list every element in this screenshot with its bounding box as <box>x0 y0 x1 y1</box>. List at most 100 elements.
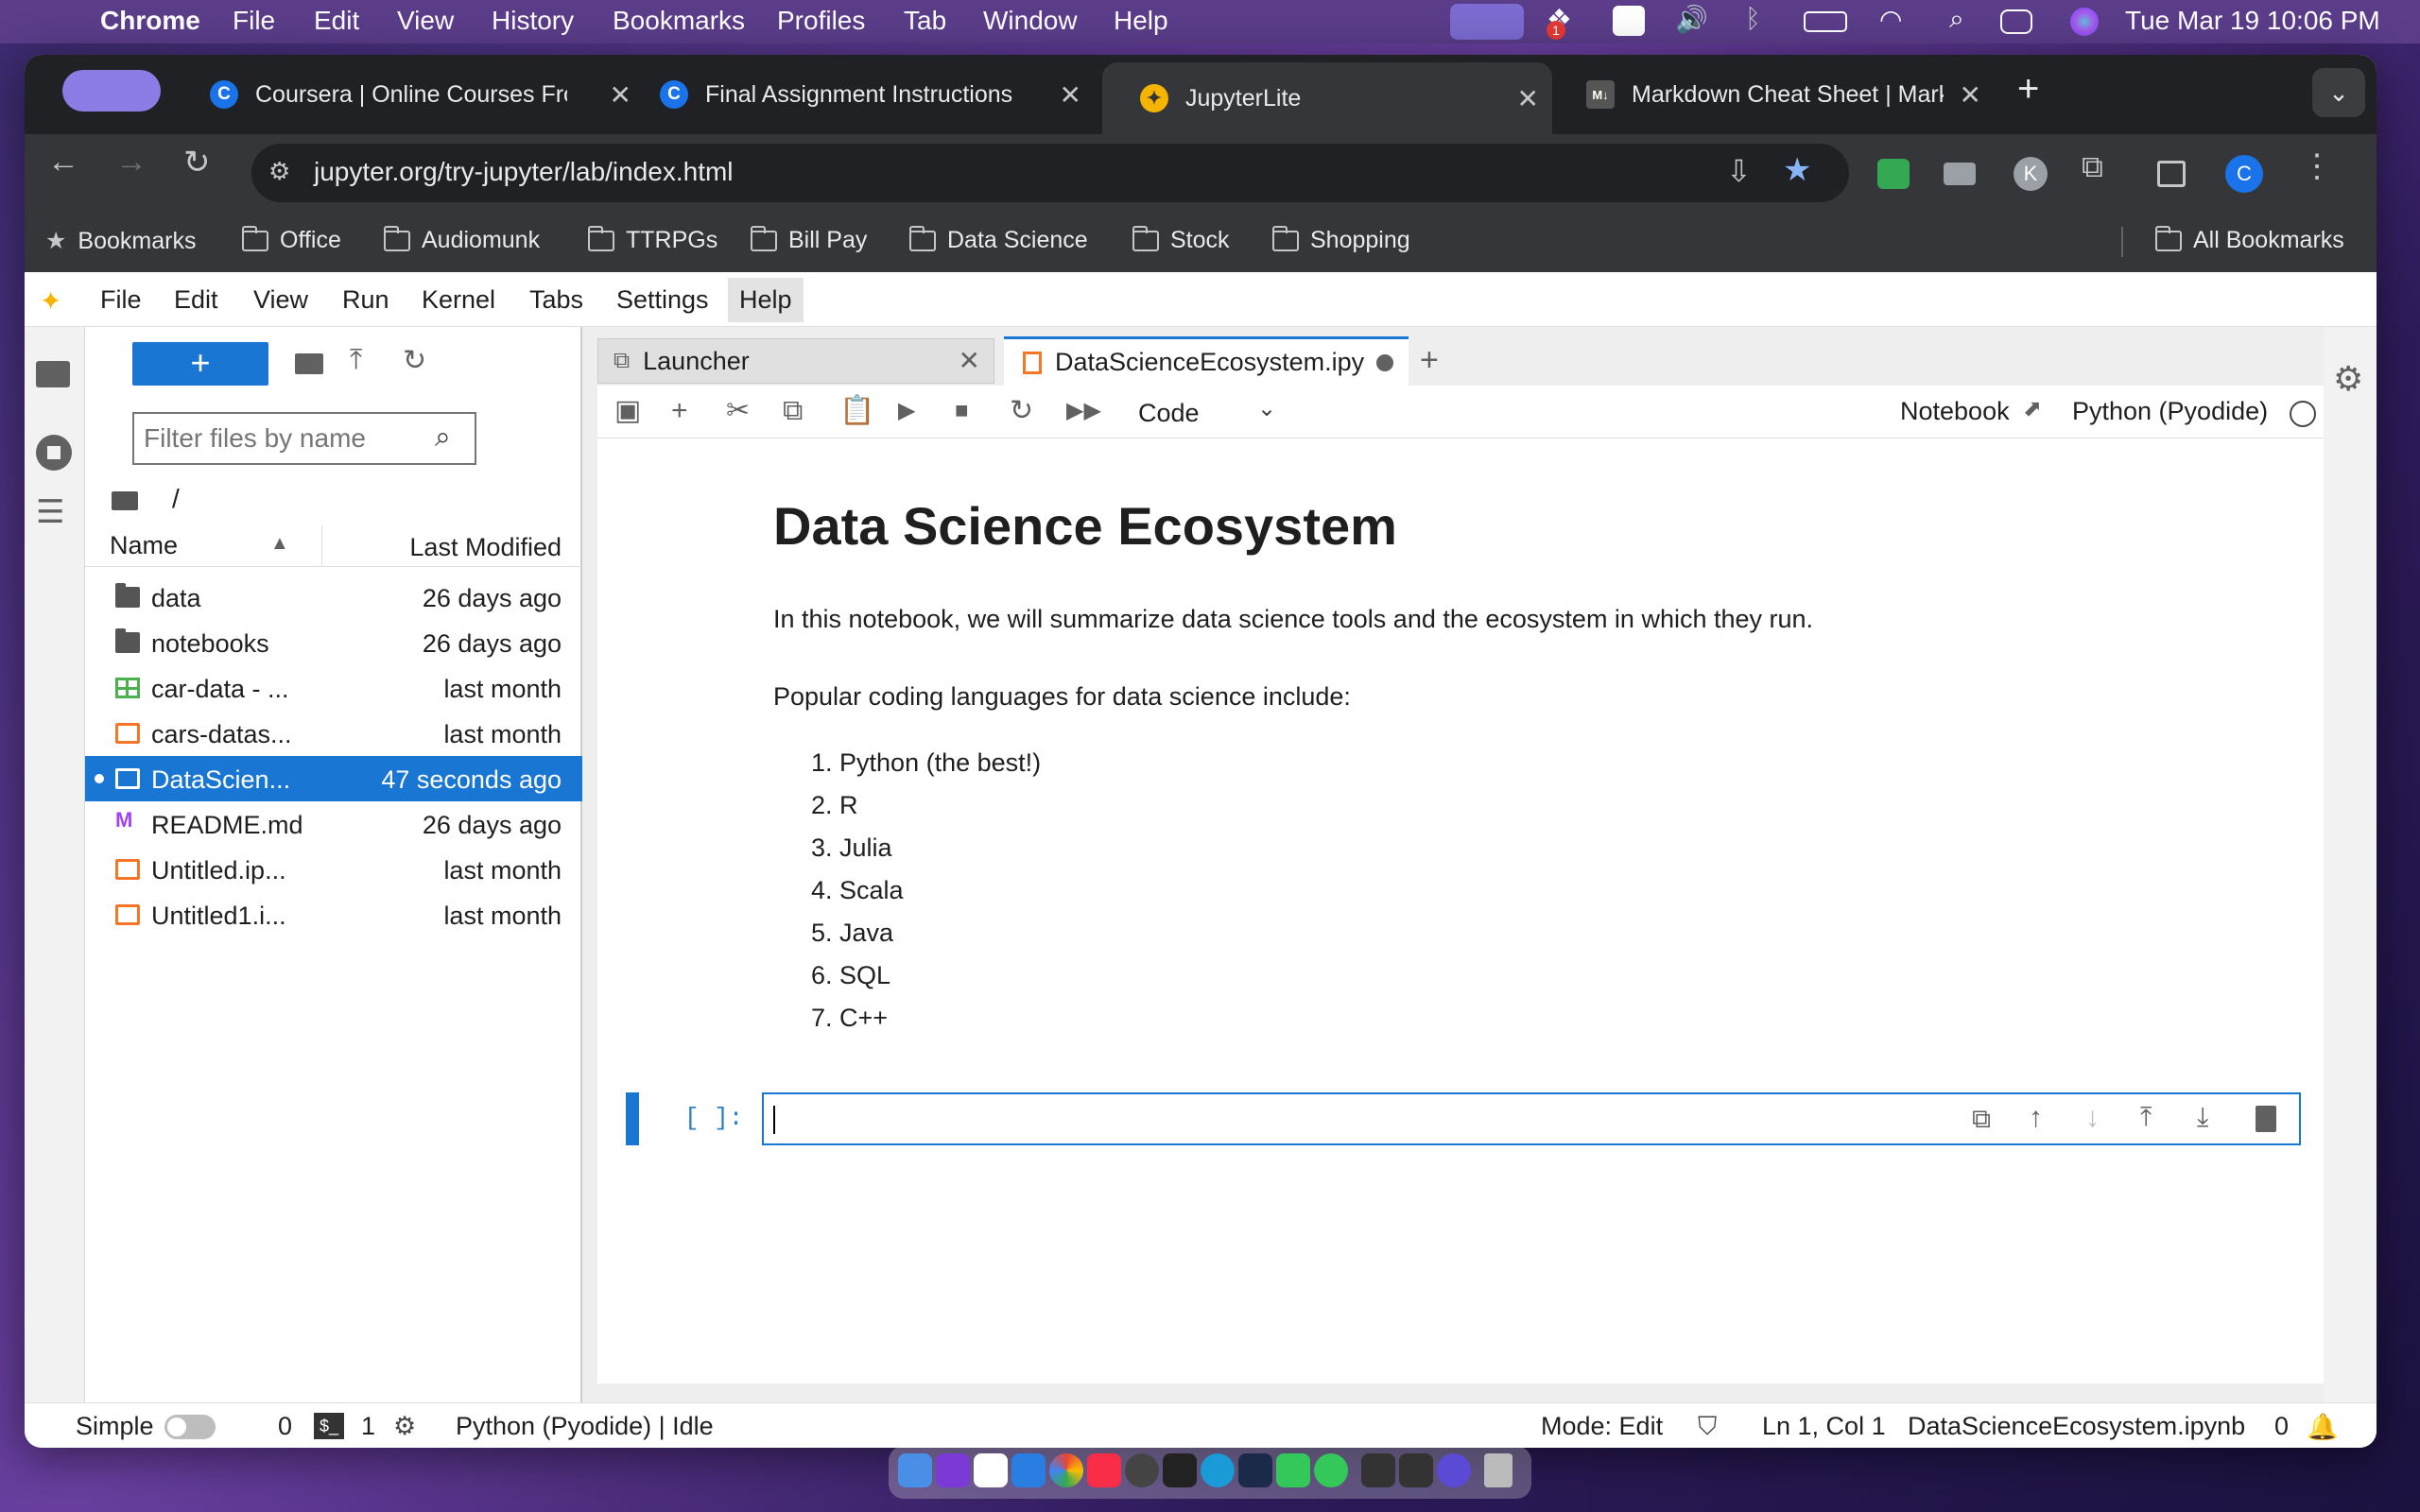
finder-icon[interactable] <box>898 1453 932 1487</box>
forward-icon[interactable]: → <box>115 144 147 180</box>
mac-menu-window[interactable]: Window <box>983 6 1078 36</box>
mac-menu-tab[interactable]: Tab <box>904 6 946 36</box>
mac-menu-edit[interactable]: Edit <box>314 6 359 36</box>
bookmarks-shortcut[interactable]: ★ Bookmarks <box>45 227 196 255</box>
open-in-notebook-link[interactable]: Notebook <box>1900 397 2010 426</box>
chrome-tab-markdown-cheatsheet[interactable]: M↓ Markdown Cheat Sheet | Mark ✕ <box>1560 66 1995 123</box>
paste-icon[interactable]: 📋 <box>839 395 874 427</box>
reload-icon[interactable]: ↻ <box>183 144 211 181</box>
all-bookmarks-folder[interactable]: All Bookmarks <box>2154 225 2344 254</box>
chrome-tab-jupyterlite[interactable]: ✦ JupyterLite ✕ <box>1102 62 1552 134</box>
clock[interactable]: Tue Mar 19 10:06 PM <box>2125 6 2380 36</box>
chrome-tab-coursera[interactable]: C Coursera | Online Courses Fro ✕ <box>210 66 645 123</box>
back-icon[interactable]: ← <box>47 144 79 180</box>
sort-ascending-icon[interactable]: ▲ <box>270 533 289 555</box>
url-text[interactable]: jupyter.org/try-jupyter/lab/index.html <box>314 157 734 187</box>
mac-menu-help[interactable]: Help <box>1114 6 1168 36</box>
chrome-tab-final-assignment[interactable]: C Final Assignment Instructions ✕ <box>660 66 1095 123</box>
mac-menu-profiles[interactable]: Profiles <box>777 6 865 36</box>
trash-icon[interactable] <box>1484 1453 1512 1487</box>
cursor-position[interactable]: Ln 1, Col 1 <box>1762 1412 1886 1441</box>
file-row-untitled[interactable]: Untitled.ip... last month <box>85 847 582 892</box>
messages-icon[interactable] <box>1314 1453 1348 1487</box>
bookmark-folder-data-science[interactable]: Data Science <box>908 225 1088 254</box>
facetime-icon[interactable] <box>1276 1453 1310 1487</box>
insert-above-icon[interactable]: ⤒ <box>2140 1102 2152 1133</box>
file-row-notebooks[interactable]: notebooks 26 days ago <box>85 620 582 665</box>
external-link-icon[interactable]: ⬈ <box>2023 395 2042 422</box>
copy-icon[interactable]: ⧉ <box>783 395 803 427</box>
cut-icon[interactable]: ✂ <box>726 395 750 427</box>
new-launcher-button[interactable]: + <box>132 342 268 386</box>
save-icon[interactable]: ▣ <box>614 395 641 427</box>
browser-icon[interactable] <box>1201 1453 1235 1487</box>
file-row-car-data[interactable]: car-data - ... last month <box>85 665 582 711</box>
duplicate-cell-icon[interactable]: ⧉ <box>1972 1104 1991 1135</box>
tab-notebook-active[interactable]: DataScienceEcosystem.ipy <box>1004 336 1409 386</box>
tab-group-profile-icon[interactable] <box>62 70 161 112</box>
piano-icon[interactable] <box>1163 1453 1197 1487</box>
mac-menu-view[interactable]: View <box>397 6 454 36</box>
bookmark-folder-stock[interactable]: Stock <box>1132 225 1230 254</box>
mail-icon[interactable] <box>1011 1453 1046 1487</box>
chrome-menu-icon[interactable]: ⋮ <box>2301 147 2333 185</box>
extension-printer-icon[interactable] <box>1877 159 1910 189</box>
run-all-icon[interactable]: ▶▶ <box>1066 395 1101 427</box>
table-of-contents-icon[interactable]: ☰ <box>36 493 64 531</box>
jmenu-help[interactable]: Help <box>728 278 804 322</box>
simple-mode-toggle[interactable] <box>164 1415 216 1439</box>
bookmark-folder-shopping[interactable]: Shopping <box>1271 225 1410 254</box>
file-browser-icon[interactable] <box>36 361 70 387</box>
drive-icon[interactable] <box>1613 6 1645 36</box>
siri-icon[interactable] <box>2070 8 2099 36</box>
bookmark-star-icon[interactable]: ★ <box>1783 151 1811 189</box>
jmenu-file[interactable]: File <box>100 285 142 315</box>
refresh-icon[interactable]: ↻ <box>403 344 426 377</box>
calendar-icon[interactable] <box>974 1453 1008 1487</box>
tab-launcher[interactable]: ⧉ Launcher ✕ <box>597 338 994 384</box>
file-row-datascience-selected[interactable]: DataScien... 47 seconds ago <box>85 756 582 801</box>
extension-k-icon[interactable]: K <box>2014 157 2048 191</box>
file-filter-input[interactable] <box>144 423 427 454</box>
interrupt-kernel-icon[interactable]: ■ <box>955 395 969 427</box>
cell-type-select[interactable]: Code ⌄ <box>1125 393 1286 431</box>
code-cell-input[interactable]: ⧉ ↑ ↓ ⤒ ⤓ <box>762 1092 2301 1145</box>
bookmark-folder-bill-pay[interactable]: Bill Pay <box>750 225 867 254</box>
spotlight-search-icon[interactable]: ⌕ <box>1949 4 1964 35</box>
upload-icon[interactable]: ⤒ <box>350 344 362 376</box>
unsaved-dot-icon[interactable] <box>1376 354 1393 371</box>
bookmark-folder-audiomunk[interactable]: Audiomunk <box>383 225 540 254</box>
move-down-icon[interactable]: ↓ <box>2085 1102 2100 1134</box>
bluetooth-icon[interactable]: ᛒ <box>1745 4 1761 34</box>
notification-count[interactable]: 0 <box>2274 1412 2289 1441</box>
bookmark-folder-office[interactable]: Office <box>241 225 341 254</box>
move-up-icon[interactable]: ↑ <box>2029 1102 2043 1134</box>
file-row-untitled1[interactable]: Untitled1.i... last month <box>85 892 582 937</box>
mac-menu-history[interactable]: History <box>492 6 574 36</box>
github-desktop-icon[interactable] <box>1125 1453 1159 1487</box>
column-last-modified[interactable]: Last Modified <box>409 533 562 562</box>
insert-below-icon[interactable]: ⤓ <box>2197 1102 2208 1133</box>
file-row-data[interactable]: data 26 days ago <box>85 575 582 620</box>
site-info-icon[interactable]: ⚙ <box>268 157 290 186</box>
jmenu-run[interactable]: Run <box>342 285 389 315</box>
onenote-icon[interactable] <box>936 1453 970 1487</box>
mac-menu-bookmarks[interactable]: Bookmarks <box>613 6 745 36</box>
volume-icon[interactable]: 🔊 <box>1675 4 1708 35</box>
file-filter-box[interactable]: ⌕ <box>132 412 476 465</box>
battery-icon[interactable] <box>1804 11 1847 32</box>
kernel-chip-icon[interactable]: ⚙ <box>393 1412 416 1441</box>
jmenu-view[interactable]: View <box>253 285 308 315</box>
terminal-icon[interactable]: $_ <box>314 1413 344 1439</box>
extension-icon[interactable] <box>1944 163 1976 185</box>
column-name[interactable]: Name <box>110 531 178 560</box>
app-cube2-icon[interactable] <box>1399 1453 1433 1487</box>
jmenu-tabs[interactable]: Tabs <box>529 285 583 315</box>
new-tab-plus-icon[interactable]: + <box>1420 342 1439 379</box>
jmenu-settings[interactable]: Settings <box>616 285 709 315</box>
close-tab-icon[interactable]: ✕ <box>1060 79 1081 111</box>
bell-icon[interactable]: 🔔 <box>2307 1412 2339 1442</box>
edit-mode[interactable]: Mode: Edit <box>1541 1412 1663 1441</box>
app-menu-chrome[interactable]: Chrome <box>100 6 200 36</box>
insert-cell-icon[interactable]: + <box>671 395 688 427</box>
